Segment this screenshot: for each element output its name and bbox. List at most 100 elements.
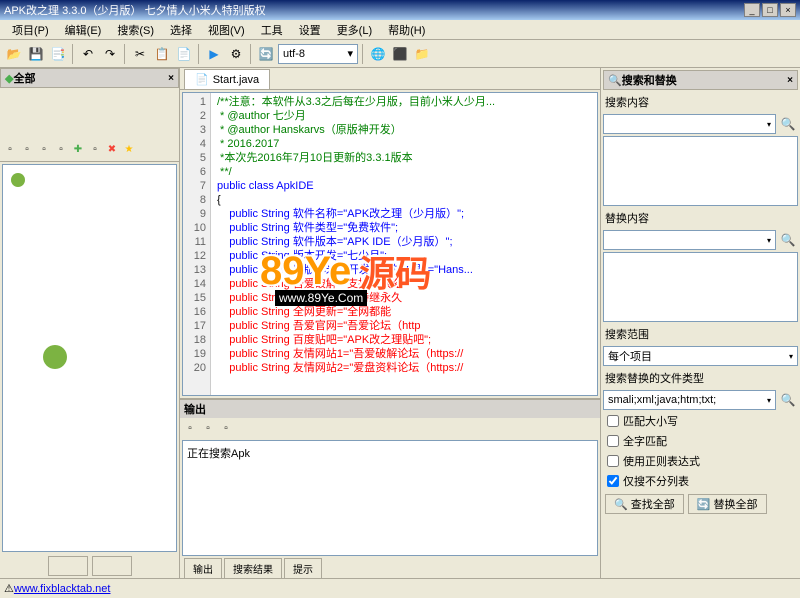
menu-project[interactable]: 项目(P): [4, 20, 57, 40]
maximize-button[interactable]: □: [762, 3, 778, 17]
encoding-combo[interactable]: utf-8▾: [278, 44, 358, 64]
out-btn-icon[interactable]: ▫: [182, 420, 198, 436]
find-button-icon[interactable]: 🔍: [778, 114, 798, 134]
watermark-url: www.89Ye.Com: [275, 290, 367, 306]
save-icon[interactable]: 💾: [26, 44, 46, 64]
tool-icon[interactable]: ⚙: [226, 44, 246, 64]
main-area: ◆ 全部 × ▫ ▫ ▫ ▫ ✚ ▫ ✖ ★ 📄 Start.j: [0, 68, 800, 578]
left-panel-header: ◆ 全部 ×: [0, 68, 179, 88]
file-icon: 📄: [195, 73, 209, 86]
tree-toolbar: ▫ ▫ ▫ ▫ ✚ ▫ ✖ ★: [0, 138, 179, 162]
tree-node-icon: [11, 173, 25, 187]
mini-btn-icon[interactable]: ▫: [87, 142, 103, 158]
out-tab-search[interactable]: 搜索结果: [224, 558, 282, 579]
refresh-icon[interactable]: 🔄: [256, 44, 276, 64]
out-tab-output[interactable]: 输出: [184, 558, 222, 579]
mini-btn-icon[interactable]: ▫: [53, 142, 69, 158]
out-btn-icon[interactable]: ▫: [200, 420, 216, 436]
chk-searchonly[interactable]: 仅搜不分列表: [603, 472, 798, 490]
find-input[interactable]: ▾: [603, 114, 776, 134]
tree-node-icon: [43, 345, 67, 369]
project-tree[interactable]: [2, 164, 177, 552]
window-title: APK改之理 3.3.0（少月版） 七夕情人小米人特别版权: [4, 2, 742, 18]
cut-icon[interactable]: ✂: [130, 44, 150, 64]
copy-icon[interactable]: 📋: [152, 44, 172, 64]
folder-icon[interactable]: 📁: [412, 44, 432, 64]
output-tabs: 输出 搜索结果 提示: [180, 558, 600, 578]
title-bar: APK改之理 3.3.0（少月版） 七夕情人小米人特别版权 _ □ ×: [0, 0, 800, 20]
filetype-label: 搜索替换的文件类型: [603, 368, 798, 388]
center-panel: 📄 Start.java 123456789101112131415161718…: [180, 68, 600, 578]
code-editor[interactable]: 1234567891011121314151617181920 /**注意：本软…: [182, 92, 598, 396]
search-panel-header: 🔍 搜索和替换 ×: [603, 70, 798, 90]
left-panel-title: 全部: [13, 70, 35, 86]
replace-label: 替换内容: [603, 208, 798, 228]
output-toolbar: ▫ ▫ ▫: [180, 418, 600, 438]
replace-all-button[interactable]: 🔄 替换全部: [688, 494, 767, 514]
add-icon[interactable]: ✚: [70, 142, 86, 158]
search-panel: 🔍 搜索和替换 × 搜索内容 ▾ 🔍 替换内容 ▾ 🔍 搜索范围 每个项目▾ 搜…: [600, 68, 800, 578]
separator: [198, 44, 200, 64]
mini-btn-icon[interactable]: ▫: [19, 142, 35, 158]
menu-more[interactable]: 更多(L): [329, 20, 380, 40]
separator: [362, 44, 364, 64]
close-button[interactable]: ×: [780, 3, 796, 17]
left-btn-1[interactable]: [48, 556, 88, 576]
tab-start-java[interactable]: 📄 Start.java: [184, 69, 270, 89]
replace-history[interactable]: [603, 252, 798, 322]
menu-settings[interactable]: 设置: [291, 20, 329, 40]
save-all-icon[interactable]: 📑: [48, 44, 68, 64]
menu-search[interactable]: 搜索(S): [109, 20, 162, 40]
watermark-tag: 10年老站: [410, 290, 459, 307]
menu-select[interactable]: 选择: [162, 20, 200, 40]
scope-combo[interactable]: 每个项目▾: [603, 346, 798, 366]
output-text: 正在搜索Apk: [187, 448, 250, 460]
output-header: 输出: [180, 400, 600, 418]
menu-view[interactable]: 视图(V): [200, 20, 253, 40]
output-panel: 输出 ▫ ▫ ▫ 正在搜索Apk 输出 搜索结果 提示: [180, 398, 600, 578]
code-content[interactable]: /**注意：本软件从3.3之后每在少月版，目前小米人少月... * @autho…: [211, 93, 597, 395]
chk-matchcase[interactable]: 匹配大小写: [603, 412, 798, 430]
editor-tabs: 📄 Start.java: [180, 68, 600, 90]
mini-btn-icon[interactable]: ▫: [2, 142, 18, 158]
separator: [72, 44, 74, 64]
open-icon[interactable]: 📂: [4, 44, 24, 64]
delete-icon[interactable]: ✖: [104, 142, 120, 158]
build-icon[interactable]: ▶: [204, 44, 224, 64]
line-gutter: 1234567891011121314151617181920: [183, 93, 211, 395]
filetype-combo[interactable]: smali;xml;java;htm;txt;▾: [603, 390, 776, 410]
mini-btn-icon[interactable]: ▫: [36, 142, 52, 158]
find-all-button[interactable]: 🔍 查找全部: [605, 494, 684, 514]
main-toolbar: 📂 💾 📑 ↶ ↷ ✂ 📋 📄 ▶ ⚙ 🔄 utf-8▾ 🌐 ⬛ 📁: [0, 40, 800, 68]
filetype-btn-icon[interactable]: 🔍: [778, 390, 798, 410]
replace-button-icon[interactable]: 🔍: [778, 230, 798, 250]
scope-label: 搜索范围: [603, 324, 798, 344]
menu-edit[interactable]: 编辑(E): [57, 20, 110, 40]
minimize-button[interactable]: _: [744, 3, 760, 17]
star-icon[interactable]: ★: [121, 142, 137, 158]
chk-wholeword[interactable]: 全字匹配: [603, 432, 798, 450]
menu-help[interactable]: 帮助(H): [380, 20, 433, 40]
left-btn-2[interactable]: [92, 556, 132, 576]
chk-regex[interactable]: 使用正则表达式: [603, 452, 798, 470]
panel-close-icon[interactable]: ×: [787, 75, 793, 86]
separator: [250, 44, 252, 64]
search-icon: 🔍: [608, 74, 622, 87]
stop-icon[interactable]: ⬛: [390, 44, 410, 64]
out-tab-hint[interactable]: 提示: [284, 558, 322, 579]
menu-tools[interactable]: 工具: [253, 20, 291, 40]
status-link[interactable]: www.fixblacktab.net: [14, 583, 111, 595]
globe-icon[interactable]: 🌐: [368, 44, 388, 64]
panel-close-icon[interactable]: ×: [168, 73, 174, 84]
status-bar: ⚠ www.fixblacktab.net: [0, 578, 800, 598]
status-icon: ⚠: [4, 582, 14, 595]
find-history[interactable]: [603, 136, 798, 206]
out-btn-icon[interactable]: ▫: [218, 420, 234, 436]
output-body[interactable]: 正在搜索Apk: [182, 440, 598, 556]
undo-icon[interactable]: ↶: [78, 44, 98, 64]
left-buttons: [0, 554, 179, 578]
redo-icon[interactable]: ↷: [100, 44, 120, 64]
menu-bar: 项目(P) 编辑(E) 搜索(S) 选择 视图(V) 工具 设置 更多(L) 帮…: [0, 20, 800, 40]
paste-icon[interactable]: 📄: [174, 44, 194, 64]
replace-input[interactable]: ▾: [603, 230, 776, 250]
